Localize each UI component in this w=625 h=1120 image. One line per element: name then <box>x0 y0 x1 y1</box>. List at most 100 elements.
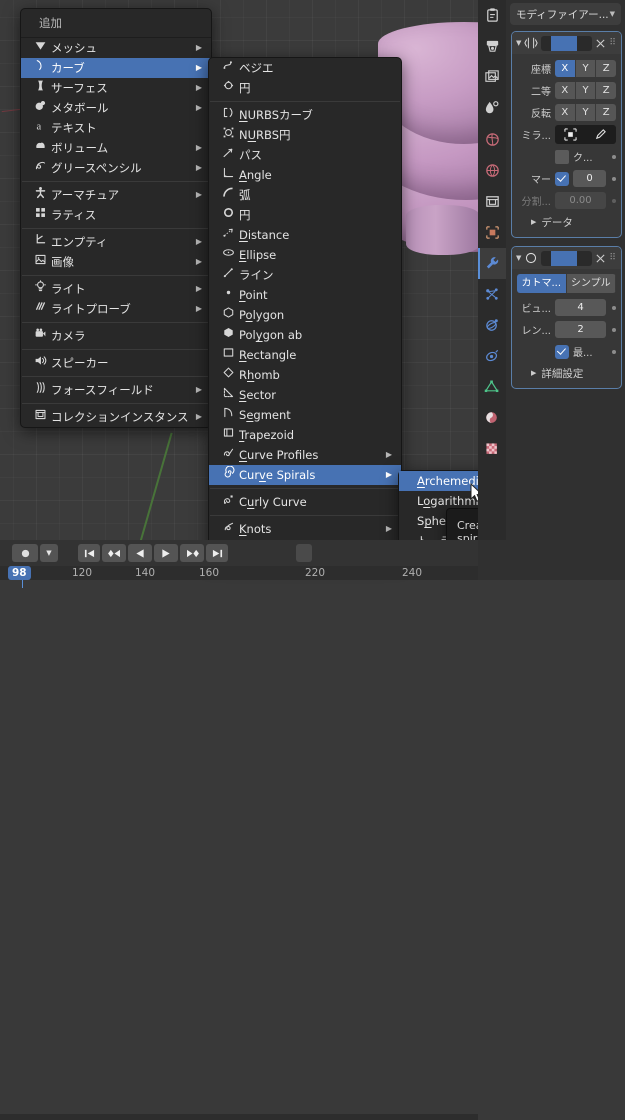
keying-dropdown-button[interactable]: ▼ <box>40 544 58 562</box>
axis-y-toggle[interactable]: Y <box>575 60 597 77</box>
curve-item-ellipse[interactable]: Ellipse <box>209 245 401 265</box>
constraints-tab[interactable] <box>478 341 506 372</box>
add-menu-item-[interactable]: ライト ▶ <box>21 279 211 299</box>
add-menu-item-[interactable]: スピーカー <box>21 353 211 373</box>
timeline-ruler[interactable]: 98 120 140 160 220 240 <box>0 566 478 588</box>
split-value-field[interactable]: 0.00 <box>555 192 606 209</box>
axis-z-toggle[interactable]: Z <box>596 104 616 121</box>
render-tab[interactable] <box>478 31 506 62</box>
play-reverse-button[interactable] <box>128 544 152 562</box>
animate-dot-optimal[interactable] <box>612 349 616 354</box>
axis-toggle-group[interactable]: XYZ <box>555 60 616 77</box>
merge-checkbox[interactable] <box>555 171 569 186</box>
curve-item-curly-curve[interactable]: Curly Curve <box>209 492 401 512</box>
add-menu[interactable]: 追加 メッシュ ▶ カーブ ▶ サーフェス ▶ メタボール ▶ a テキスト ボリューム ▶ グリースペ… <box>20 8 212 428</box>
add-menu-item-[interactable]: 画像 ▶ <box>21 252 211 272</box>
timeline-extra-button[interactable] <box>296 544 312 562</box>
curve-item-knots[interactable]: Knots ▶ <box>209 519 401 539</box>
add-menu-item-[interactable]: カーブ ▶ <box>21 58 211 78</box>
physics-tab[interactable] <box>478 310 506 341</box>
eyedropper-icon[interactable] <box>594 128 607 141</box>
modifier-name-field[interactable] <box>541 35 593 51</box>
axis-x-toggle[interactable]: X <box>555 82 576 99</box>
add-menu-item-[interactable]: カメラ <box>21 326 211 346</box>
drag-handle-icon[interactable]: ⠿ <box>609 38 617 48</box>
mode-simple-button[interactable]: シンプル <box>566 274 616 293</box>
add-menu-item-[interactable]: ボリューム ▶ <box>21 138 211 158</box>
curve-item-[interactable]: パス <box>209 145 401 165</box>
render-levels-field[interactable]: 2 <box>555 321 606 338</box>
curve-item-trapezoid[interactable]: Trapezoid <box>209 425 401 445</box>
curve-item-[interactable]: 円 <box>209 205 401 225</box>
texture-tab[interactable] <box>478 434 506 465</box>
world-tab[interactable] <box>478 155 506 186</box>
mirror-modifier-header[interactable]: ▼ ⠿ <box>512 32 621 54</box>
axis-z-toggle[interactable]: Z <box>596 60 616 77</box>
collection-tab[interactable] <box>478 186 506 217</box>
axis-x-toggle[interactable]: X <box>555 104 576 121</box>
record-button[interactable] <box>12 544 38 562</box>
animate-dot-viewport[interactable] <box>612 305 616 310</box>
axis-y-toggle[interactable]: Y <box>575 82 597 99</box>
next-keyframe-button[interactable] <box>180 544 204 562</box>
jump-to-end-button[interactable] <box>206 544 228 562</box>
curve-item-segment[interactable]: Segment <box>209 405 401 425</box>
add-menu-item-[interactable]: メッシュ ▶ <box>21 38 211 58</box>
axis-toggle-group[interactable]: XYZ <box>555 104 616 121</box>
subsurf-modifier-panel[interactable]: ▼ ⠿ カトマ... シンプル ビュ... 4 レン... 2 最... ▶ 詳… <box>511 246 622 389</box>
subsurf-mode-toggle[interactable]: カトマ... シンプル <box>517 274 616 293</box>
add-menu-item-[interactable]: フォースフィールド ▶ <box>21 380 211 400</box>
subsurf-advanced-disclosure[interactable]: ▶ 詳細設定 <box>517 364 616 382</box>
object-tab[interactable] <box>478 217 506 248</box>
curve-item-curve-profiles[interactable]: Curve Profiles ▶ <box>209 445 401 465</box>
add-menu-item-[interactable]: エンプティ ▶ <box>21 232 211 252</box>
playhead-indicator[interactable]: 98 <box>8 566 31 580</box>
curve-item-nurbs[interactable]: NURBS円 <box>209 125 401 145</box>
play-button[interactable] <box>154 544 178 562</box>
subsurf-modifier-header[interactable]: ▼ ⠿ <box>512 247 621 269</box>
timeline-header[interactable]: ▼ <box>0 540 478 566</box>
output-tab[interactable] <box>478 62 506 93</box>
curve-item-sector[interactable]: Sector <box>209 385 401 405</box>
curve-item-[interactable]: 円 <box>209 78 401 98</box>
add-menu-item-[interactable]: ラティス <box>21 205 211 225</box>
view-layer-tab[interactable] <box>478 93 506 124</box>
material-tab[interactable] <box>478 403 506 434</box>
add-menu-item-[interactable]: アーマチュア ▶ <box>21 185 211 205</box>
curve-submenu[interactable]: ベジエ円 NURBSカーブ NURBS円 パス Angle 弧円 Distance Ellip… <box>208 57 402 560</box>
animate-dot-clip[interactable] <box>612 154 616 159</box>
particles-tab[interactable] <box>478 279 506 310</box>
animate-dot-merge[interactable] <box>612 176 616 181</box>
modifier-tab[interactable] <box>478 248 506 279</box>
tree-trunk[interactable] <box>406 205 478 255</box>
add-menu-item-[interactable]: コレクションインスタンス ▶ <box>21 407 211 427</box>
curve-item-distance[interactable]: Distance <box>209 225 401 245</box>
properties-editor[interactable]: モディファイアー... ▼ ▼ ⠿ 座標 X Y Z 二等 X Y Z 反転 X Y Z <box>478 0 625 580</box>
add-menu-item-[interactable]: サーフェス ▶ <box>21 78 211 98</box>
add-menu-item-[interactable]: メタボール ▶ <box>21 98 211 118</box>
curve-item-nurbs[interactable]: NURBSカーブ <box>209 105 401 125</box>
axis-y-toggle[interactable]: Y <box>575 104 597 121</box>
axis-z-toggle[interactable]: Z <box>596 82 616 99</box>
mirror-modifier-panel[interactable]: ▼ ⠿ 座標 X Y Z 二等 X Y Z 反転 X Y Z ミラ... ク..… <box>511 31 622 238</box>
scene-tab[interactable] <box>478 124 506 155</box>
curve-item-[interactable]: ライン <box>209 265 401 285</box>
animate-dot-render[interactable] <box>612 327 616 332</box>
data-tab[interactable] <box>478 372 506 403</box>
timeline-editor[interactable]: ▼ 98 120 140 160 220 240 <box>0 540 478 1120</box>
tool-tab[interactable] <box>478 0 506 31</box>
prev-keyframe-button[interactable] <box>102 544 126 562</box>
curve-item-polygon[interactable]: Polygon <box>209 305 401 325</box>
clip-checkbox[interactable] <box>555 149 569 164</box>
mirror-data-disclosure[interactable]: ▶ データ <box>517 213 616 231</box>
mirror-object-field[interactable] <box>555 125 616 144</box>
expand-triangle-icon[interactable]: ▼ <box>516 39 521 47</box>
curve-item-rectangle[interactable]: Rectangle <box>209 345 401 365</box>
properties-tab-column[interactable] <box>478 0 506 540</box>
axis-x-toggle[interactable]: X <box>555 60 576 77</box>
jump-to-start-button[interactable] <box>78 544 100 562</box>
add-menu-item-[interactable]: グリースペンシル ▶ <box>21 158 211 178</box>
curve-item-[interactable]: 弧 <box>209 185 401 205</box>
curve-item-angle[interactable]: Angle <box>209 165 401 185</box>
close-icon-2[interactable] <box>595 253 606 264</box>
